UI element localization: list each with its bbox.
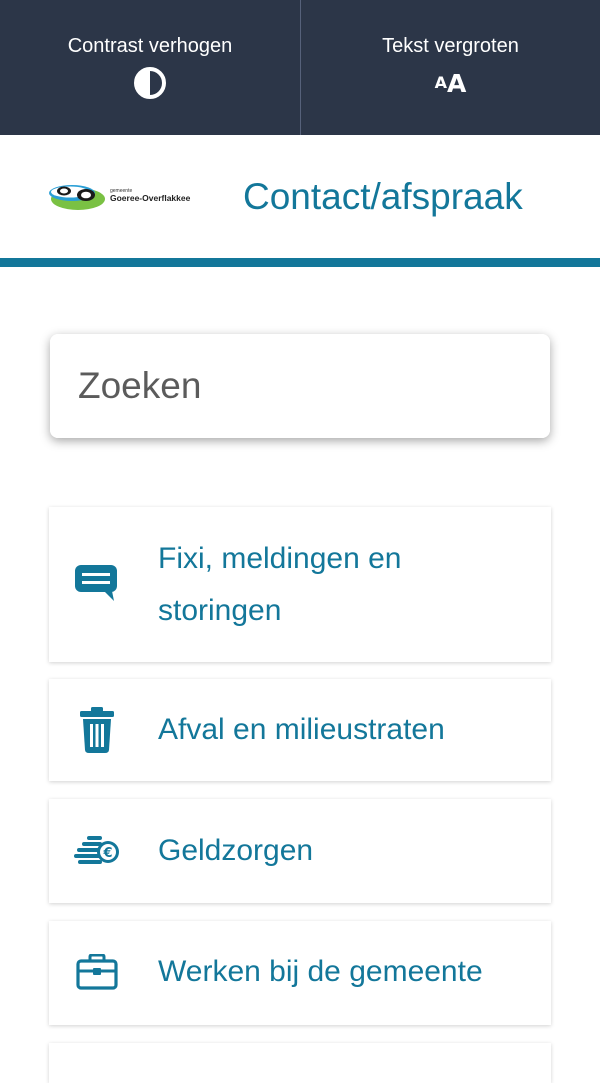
text-size-icon: A A: [435, 66, 467, 100]
search-box: [50, 334, 550, 438]
text-size-large-letter: A: [447, 68, 467, 98]
contrast-label: Contrast verhogen: [67, 35, 233, 57]
card-label: Werken bij de gemeente: [158, 955, 483, 988]
contact-appointment-link[interactable]: Contact/afspraak: [243, 175, 523, 219]
card-label: Geldzorgen: [158, 834, 314, 867]
text-size-small-letter: A: [434, 73, 448, 92]
search-input[interactable]: [50, 334, 550, 438]
accessibility-bar: Contrast verhogen Tekst vergroten A A: [0, 0, 600, 135]
text-size-label: Tekst vergroten: [382, 35, 519, 57]
card-waste[interactable]: Afval en milieustraten: [49, 679, 551, 781]
card-money-worries[interactable]: € Geldzorgen: [49, 799, 551, 903]
contrast-icon: [133, 66, 167, 100]
card-reports[interactable]: Fixi, meldingen en storingen: [49, 507, 551, 662]
trash-icon: [74, 707, 120, 753]
site-header: gemeente Goeree-Overflakkee Contact/afsp…: [0, 135, 600, 260]
contrast-button[interactable]: Contrast verhogen: [0, 0, 300, 135]
municipality-logo[interactable]: gemeente Goeree-Overflakkee: [48, 181, 198, 213]
briefcase-icon: [74, 954, 120, 990]
svg-text:€: €: [102, 846, 112, 861]
text-size-button[interactable]: Tekst vergroten A A: [300, 0, 600, 135]
header-divider: [0, 258, 600, 267]
logo-name: Goeree-Overflakkee: [110, 193, 191, 203]
chat-icon: [74, 563, 120, 603]
logo-mark-icon: [49, 185, 105, 210]
card-partial[interactable]: [49, 1043, 551, 1083]
coins-euro-icon: €: [74, 835, 120, 865]
card-careers[interactable]: Werken bij de gemeente: [49, 921, 551, 1025]
card-label: Fixi, meldingen en storingen: [158, 542, 402, 627]
card-label: Afval en milieustraten: [158, 713, 445, 746]
